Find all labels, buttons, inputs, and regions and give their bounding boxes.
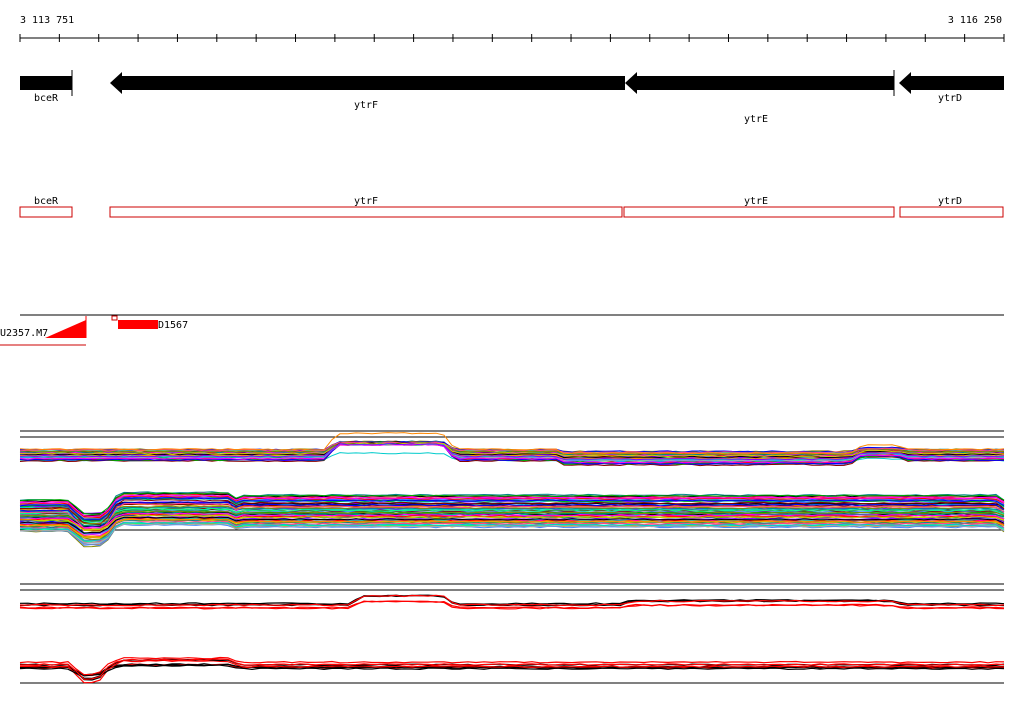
expression-trace xyxy=(19,523,1005,545)
expression-trace xyxy=(19,518,1005,537)
gene-arrow-ytrD[interactable] xyxy=(899,72,1004,94)
feature-label-D1567: D1567 xyxy=(158,320,188,331)
cds-label-ytrF: ytrF xyxy=(354,196,378,207)
coordinate-ruler: 3 113 751 3 116 250 xyxy=(19,15,1005,42)
expression-panel-4 xyxy=(19,656,1005,684)
cds-box-ytrE[interactable] xyxy=(623,206,895,218)
gene-track: bceR ytrF ytrE ytrD xyxy=(20,70,1004,125)
expression-trace xyxy=(19,594,1005,605)
coordinate-end-label: 3 116 250 xyxy=(948,15,1002,26)
coordinate-start-label: 3 113 751 xyxy=(20,15,74,26)
expression-trace xyxy=(20,659,1004,684)
cds-track: bceR ytrF ytrE ytrD xyxy=(19,196,1004,218)
gene-label-ytrF: ytrF xyxy=(354,100,378,111)
genome-browser-view: 3 113 751 3 116 250 bceR ytrF ytrE ytrD … xyxy=(0,15,1005,684)
cds-box-ytrD[interactable] xyxy=(899,206,1004,218)
expression-panel-1 xyxy=(19,430,1005,467)
gene-arrow-ytrE[interactable] xyxy=(625,72,894,94)
cds-label-ytrD: ytrD xyxy=(938,196,962,207)
gene-label-ytrD: ytrD xyxy=(938,93,962,104)
cds-box-bceR[interactable] xyxy=(19,206,73,218)
gene-label-ytrE: ytrE xyxy=(744,114,768,125)
cds-label-bceR: bceR xyxy=(34,196,59,207)
gene-arrow-bceR[interactable] xyxy=(20,76,72,90)
cds-label-ytrE: ytrE xyxy=(744,196,768,207)
expression-panel-2 xyxy=(19,491,1005,548)
feature-small-marker[interactable] xyxy=(111,315,118,321)
gene-arrow-ytrF[interactable] xyxy=(110,72,625,94)
cds-box-ytrF[interactable] xyxy=(109,206,623,218)
expression-panel-3 xyxy=(19,583,1005,610)
feature-track: U2357.M7 D1567 xyxy=(0,314,1004,346)
gene-label-bceR: bceR xyxy=(34,93,59,104)
feature-ramp-U2357-M7[interactable] xyxy=(45,320,86,338)
feature-label-U2357-M7: U2357.M7 xyxy=(0,328,48,339)
feature-box-D1567[interactable] xyxy=(118,320,158,329)
